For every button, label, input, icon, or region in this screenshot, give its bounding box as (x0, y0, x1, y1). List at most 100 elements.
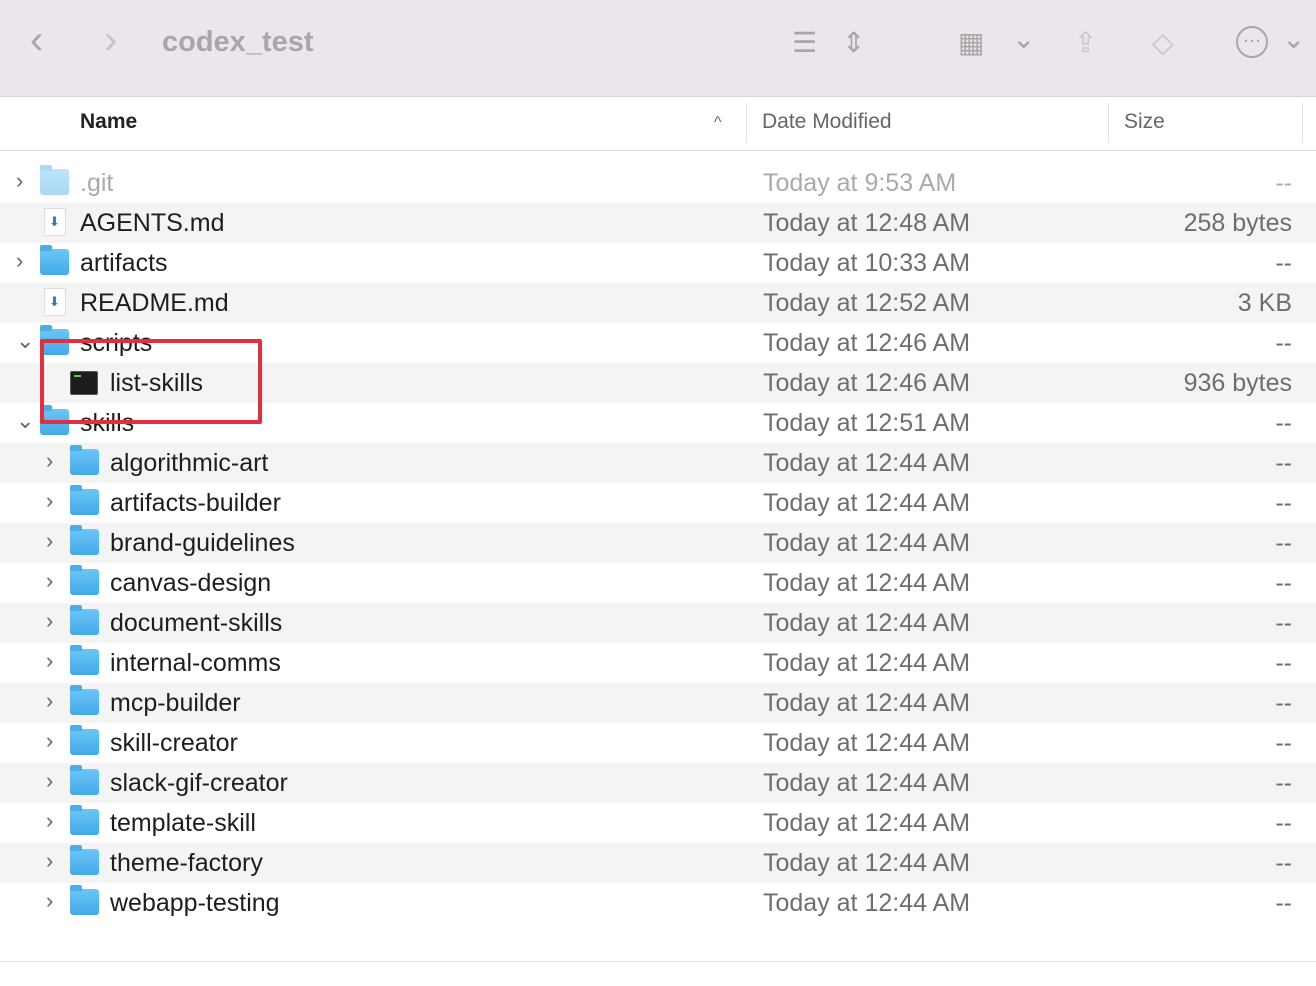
chevron-right-icon[interactable]: › (46, 448, 53, 474)
group-icon[interactable]: ▦ (958, 26, 984, 59)
group-chevron-icon[interactable]: ⌄ (1012, 22, 1035, 55)
back-button[interactable]: ‹ (30, 18, 43, 63)
file-row[interactable]: › canvas-design Today at 12:44 AM -- (0, 563, 1316, 603)
date-modified: Today at 10:33 AM (763, 249, 971, 277)
chevron-right-icon[interactable]: › (46, 768, 53, 794)
column-size[interactable]: Size (1124, 110, 1165, 134)
file-row[interactable]: › document-skills Today at 12:44 AM -- (0, 603, 1316, 643)
folder-icon (40, 245, 69, 275)
file-size: -- (1275, 649, 1292, 677)
file-row[interactable]: › template-skill Today at 12:44 AM -- (0, 803, 1316, 843)
file-size: -- (1275, 729, 1292, 757)
file-row[interactable]: › algorithmic-art Today at 12:44 AM -- (0, 443, 1316, 483)
file-row[interactable]: › artifacts-builder Today at 12:44 AM -- (0, 483, 1316, 523)
toolbar: ‹ › codex_test ☰ ⇕ ▦ ⌄ ⇪ ◇ ⋯ ⌄ (0, 0, 1316, 97)
file-size: -- (1275, 169, 1292, 197)
date-modified: Today at 12:44 AM (763, 609, 971, 637)
column-date-modified[interactable]: Date Modified (762, 110, 892, 134)
chevron-right-icon[interactable]: › (46, 568, 53, 594)
file-size: 936 bytes (1183, 369, 1292, 397)
file-size: -- (1275, 689, 1292, 717)
file-row[interactable]: › artifacts Today at 10:33 AM -- (0, 243, 1316, 283)
share-icon[interactable]: ⇪ (1074, 26, 1097, 59)
chevron-down-icon[interactable]: ⌄ (16, 408, 34, 434)
column-header: Name ^ Date Modified Size (0, 97, 1316, 151)
date-modified: Today at 12:44 AM (763, 529, 971, 557)
folder-icon (70, 445, 99, 475)
date-modified: Today at 12:46 AM (763, 329, 971, 357)
chevron-right-icon[interactable]: › (46, 648, 53, 674)
date-modified: Today at 12:52 AM (763, 289, 971, 317)
file-size: -- (1275, 249, 1292, 277)
file-size: -- (1275, 769, 1292, 797)
column-divider[interactable] (1108, 103, 1109, 143)
folder-icon (40, 165, 69, 195)
markdown-file-icon (44, 208, 66, 236)
column-divider[interactable] (746, 103, 747, 143)
window-title: codex_test (162, 26, 314, 58)
file-size: -- (1275, 449, 1292, 477)
file-size: -- (1275, 849, 1292, 877)
folder-icon (70, 805, 99, 835)
more-icon[interactable]: ⋯ (1236, 26, 1268, 58)
more-chevron-icon[interactable]: ⌄ (1282, 22, 1305, 55)
file-name: AGENTS.md (80, 209, 225, 237)
folder-icon (70, 485, 99, 515)
file-row[interactable]: › slack-gif-creator Today at 12:44 AM -- (0, 763, 1316, 803)
folder-icon (70, 565, 99, 595)
folder-icon (70, 725, 99, 755)
column-name[interactable]: Name (80, 110, 137, 134)
tag-icon[interactable]: ◇ (1152, 26, 1174, 59)
sort-icon[interactable]: ⇕ (842, 26, 865, 59)
list-view-icon[interactable]: ☰ (792, 26, 817, 59)
chevron-right-icon[interactable]: › (46, 608, 53, 634)
chevron-right-icon[interactable]: › (46, 808, 53, 834)
folder-icon (70, 645, 99, 675)
file-row[interactable]: › webapp-testing Today at 12:44 AM -- (0, 883, 1316, 923)
chevron-right-icon[interactable]: › (46, 528, 53, 554)
chevron-right-icon[interactable]: › (46, 688, 53, 714)
folder-icon (70, 685, 99, 715)
file-size: -- (1275, 489, 1292, 517)
file-name: canvas-design (110, 569, 272, 597)
file-row[interactable]: › skill-creator Today at 12:44 AM -- (0, 723, 1316, 763)
chevron-right-icon[interactable]: › (46, 888, 53, 914)
chevron-right-icon[interactable]: › (16, 248, 23, 274)
date-modified: Today at 12:44 AM (763, 449, 971, 477)
highlight-box (40, 339, 262, 424)
date-modified: Today at 12:48 AM (763, 209, 971, 237)
file-row[interactable]: › theme-factory Today at 12:44 AM -- (0, 843, 1316, 883)
file-row[interactable]: README.md Today at 12:52 AM 3 KB (0, 283, 1316, 323)
file-name: internal-comms (110, 649, 281, 677)
date-modified: Today at 12:44 AM (763, 569, 971, 597)
date-modified: Today at 9:53 AM (763, 169, 957, 197)
file-name: skill-creator (110, 729, 238, 757)
date-modified: Today at 12:44 AM (763, 649, 971, 677)
chevron-right-icon[interactable]: › (46, 848, 53, 874)
date-modified: Today at 12:44 AM (763, 689, 971, 717)
file-row[interactable]: › brand-guidelines Today at 12:44 AM -- (0, 523, 1316, 563)
file-name: mcp-builder (110, 689, 241, 717)
file-row[interactable]: › mcp-builder Today at 12:44 AM -- (0, 683, 1316, 723)
forward-button[interactable]: › (104, 18, 117, 63)
date-modified: Today at 12:44 AM (763, 889, 971, 917)
file-name: README.md (80, 289, 229, 317)
file-size: -- (1275, 809, 1292, 837)
chevron-right-icon[interactable]: › (46, 728, 53, 754)
file-name: document-skills (110, 609, 283, 637)
file-row[interactable]: › internal-comms Today at 12:44 AM -- (0, 643, 1316, 683)
divider (0, 961, 1316, 962)
column-divider[interactable] (1302, 103, 1303, 143)
file-size: 258 bytes (1183, 209, 1292, 237)
chevron-right-icon[interactable]: › (16, 168, 23, 194)
date-modified: Today at 12:44 AM (763, 489, 971, 517)
chevron-down-icon[interactable]: ⌄ (16, 328, 34, 354)
file-list: › .git Today at 9:53 AM -- AGENTS.md Today at… (0, 163, 1316, 923)
file-size: 3 KB (1237, 289, 1292, 317)
folder-icon (70, 845, 99, 875)
file-row[interactable]: AGENTS.md Today at 12:48 AM 258 bytes (0, 203, 1316, 243)
chevron-right-icon[interactable]: › (46, 488, 53, 514)
file-row[interactable]: › .git Today at 9:53 AM -- (0, 163, 1316, 203)
date-modified: Today at 12:46 AM (763, 369, 971, 397)
date-modified: Today at 12:44 AM (763, 849, 971, 877)
